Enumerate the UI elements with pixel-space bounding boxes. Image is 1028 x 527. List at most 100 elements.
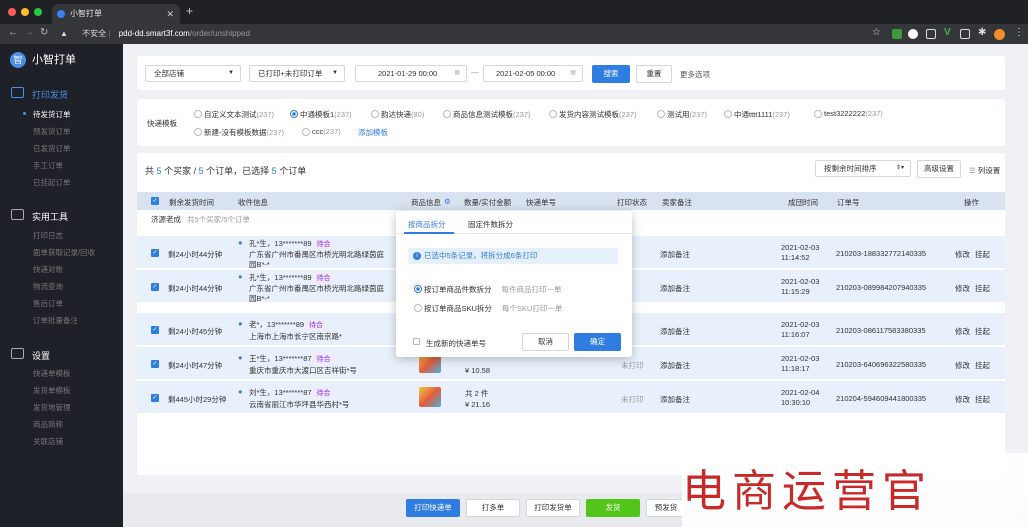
extensions-puzzle-icon[interactable]: ✱ <box>978 27 986 38</box>
template-option[interactable]: 中通模板1(237) <box>290 109 352 120</box>
multi-print-button[interactable]: 打多单 <box>466 499 520 517</box>
extension-v-icon[interactable]: V <box>944 27 951 38</box>
sidebar-item-manual[interactable]: 手工订单 <box>33 160 63 171</box>
template-option[interactable]: 商品信息测试模板(237) <box>443 109 531 120</box>
template-option[interactable]: 测试用(237) <box>657 109 707 120</box>
new-tab-icon[interactable]: + <box>186 4 193 18</box>
add-remark-link[interactable]: 添加备注 <box>660 249 690 260</box>
browser-tab[interactable]: 小智打单 ✕ <box>52 4 180 24</box>
new-waybill-checkbox[interactable] <box>413 338 420 345</box>
sidebar-section-settings[interactable]: 设置 <box>10 348 50 362</box>
tab-split-by-quantity[interactable]: 固定件数拆分 <box>468 219 513 230</box>
edit-link[interactable]: 修改 <box>955 249 970 260</box>
add-remark-link[interactable]: 添加备注 <box>660 360 690 371</box>
template-option[interactable]: 发货内容测试模板(237) <box>549 109 637 120</box>
bookmark-star-icon[interactable]: ☆ <box>872 27 881 38</box>
suspend-link[interactable]: 挂起 <box>975 394 990 405</box>
back-icon[interactable]: ← <box>8 27 18 38</box>
reset-button[interactable]: 重置 <box>636 65 672 83</box>
profile-avatar-icon[interactable] <box>994 29 1005 40</box>
product-thumbnail[interactable] <box>419 387 441 407</box>
sidebar-item-shipped[interactable]: 已发货订单 <box>33 143 71 154</box>
template-option[interactable]: 中通tttt1111(237) <box>724 109 790 120</box>
template-name: 自定义文本测试 <box>204 110 257 119</box>
maximize-window-icon[interactable] <box>34 8 42 16</box>
sidebar-section-tools[interactable]: 实用工具 <box>10 209 68 223</box>
sidebar-item-print-log[interactable]: 打印日志 <box>33 230 63 241</box>
add-template-link[interactable]: 添加模板 <box>358 127 388 138</box>
more-options-link[interactable]: 更多选项 <box>680 69 710 80</box>
row-checkbox[interactable]: ✓ <box>151 394 159 402</box>
col-recipient: 收件信息 <box>238 198 268 207</box>
tab-split-by-product[interactable]: 按商品拆分 <box>408 219 446 230</box>
url-field[interactable]: ▲ 不安全 | pdd-dd.smart3f.com/order/unshipp… <box>60 26 860 42</box>
sidebar-item-aftersale[interactable]: 售后订单 <box>33 298 63 309</box>
row-checkbox[interactable]: ✓ <box>151 360 159 368</box>
print-status-select[interactable]: 已打印+未打印订单 ▼ <box>249 65 345 82</box>
extension-globe-icon[interactable] <box>908 29 918 39</box>
date-to-input[interactable]: 2021-02-05 00:00 ▦ <box>483 65 583 82</box>
table-row[interactable]: ✓ 剩445小时29分钟 ● 刘*生，13*******87 待合 云南省丽江市华… <box>137 381 1005 414</box>
browser-menu-icon[interactable]: ⋮ <box>1014 27 1024 38</box>
template-label: 快递模板 <box>147 119 177 128</box>
advanced-settings-button[interactable]: 高级设置 <box>917 160 961 178</box>
column-settings-button[interactable]: ☰ 列设置 <box>969 165 1000 176</box>
forward-icon[interactable]: → <box>24 27 34 38</box>
sidebar-item-waybill-template[interactable]: 快递单模板 <box>33 368 71 379</box>
row-checkbox[interactable]: ✓ <box>151 326 159 334</box>
sidebar-item-waybill-records[interactable]: 面单获取记录/回收 <box>33 247 95 258</box>
sidebar-item-ship-address[interactable]: 发货地管理 <box>33 402 71 413</box>
sidebar-item-product-alias[interactable]: 商品简称 <box>33 419 63 430</box>
preship-button[interactable]: 预发货 <box>646 499 686 517</box>
add-remark-link[interactable]: 添加备注 <box>660 394 690 405</box>
extension-green-icon[interactable] <box>892 29 902 39</box>
add-remark-link[interactable]: 添加备注 <box>660 283 690 294</box>
date-from-input[interactable]: 2021-01-29 00:00 ▦ <box>355 65 467 82</box>
split-by-sku-option[interactable]: 按订单商品SKU拆分 每个SKU打印一单 <box>414 303 562 314</box>
remaining-time: 剩24小时47分钟 <box>168 361 223 370</box>
ship-button[interactable]: 发货 <box>586 499 640 517</box>
select-all-checkbox[interactable]: ✓ <box>151 197 159 205</box>
sidebar-section-print[interactable]: 打印发货 <box>10 87 68 101</box>
suspend-link[interactable]: 挂起 <box>975 360 990 371</box>
minimize-window-icon[interactable] <box>21 8 29 16</box>
template-option[interactable]: ccc(237) <box>302 127 341 136</box>
confirm-button[interactable]: 确定 <box>574 333 621 351</box>
template-option[interactable]: 韵达快递(80) <box>371 109 424 120</box>
print-invoice-button[interactable]: 打印发货单 <box>526 499 580 517</box>
close-tab-icon[interactable]: ✕ <box>166 4 174 24</box>
sidebar-item-suspended[interactable]: 已挂起订单 <box>33 177 71 188</box>
sidebar-item-logistics[interactable]: 物流查询 <box>33 281 63 292</box>
shop-select[interactable]: 全部店铺 ▼ <box>145 65 241 82</box>
cancel-button[interactable]: 取消 <box>522 333 569 351</box>
sidebar-item-pending[interactable]: 待发货订单 <box>23 109 71 120</box>
close-window-icon[interactable] <box>8 8 16 16</box>
template-option[interactable]: 自定义文本测试(237) <box>194 109 274 120</box>
edit-link[interactable]: 修改 <box>955 360 970 371</box>
row-checkbox[interactable]: ✓ <box>151 249 159 257</box>
add-remark-link[interactable]: 添加备注 <box>660 326 690 337</box>
row-checkbox[interactable]: ✓ <box>151 283 159 291</box>
split-by-quantity-option[interactable]: 按订单商品件数拆分 每件商品打印一单 <box>414 284 562 295</box>
extension-doc-icon[interactable] <box>926 29 936 39</box>
sort-select[interactable]: 按剩余时间排序 ⇕▾ <box>815 160 911 177</box>
sidebar-item-reconcile[interactable]: 快递对账 <box>33 264 63 275</box>
template-option[interactable]: test3222222(237) <box>814 109 883 118</box>
suspend-link[interactable]: 挂起 <box>975 326 990 337</box>
sidebar-item-batch-remark[interactable]: 订单批量备注 <box>33 315 78 326</box>
extension-grid-icon[interactable] <box>960 29 970 39</box>
reload-icon[interactable]: ↻ <box>40 27 48 38</box>
edit-link[interactable]: 修改 <box>955 283 970 294</box>
print-waybill-button[interactable]: 打印快递单 <box>406 499 460 517</box>
print-status-value: 已打印+未打印订单 <box>258 69 323 78</box>
suspend-link[interactable]: 挂起 <box>975 249 990 260</box>
suspend-link[interactable]: 挂起 <box>975 283 990 294</box>
edit-link[interactable]: 修改 <box>955 326 970 337</box>
search-button[interactable]: 搜索 <box>592 65 630 83</box>
sidebar-item-linked-shops[interactable]: 关联店铺 <box>33 436 63 447</box>
sidebar-item-preship[interactable]: 预发货订单 <box>33 126 71 137</box>
sidebar-item-invoice-template[interactable]: 发货单模板 <box>33 385 71 396</box>
gear-icon[interactable]: ⚙ <box>444 197 451 206</box>
edit-link[interactable]: 修改 <box>955 394 970 405</box>
template-option[interactable]: 新建-没有模板数据(237) <box>194 127 284 138</box>
